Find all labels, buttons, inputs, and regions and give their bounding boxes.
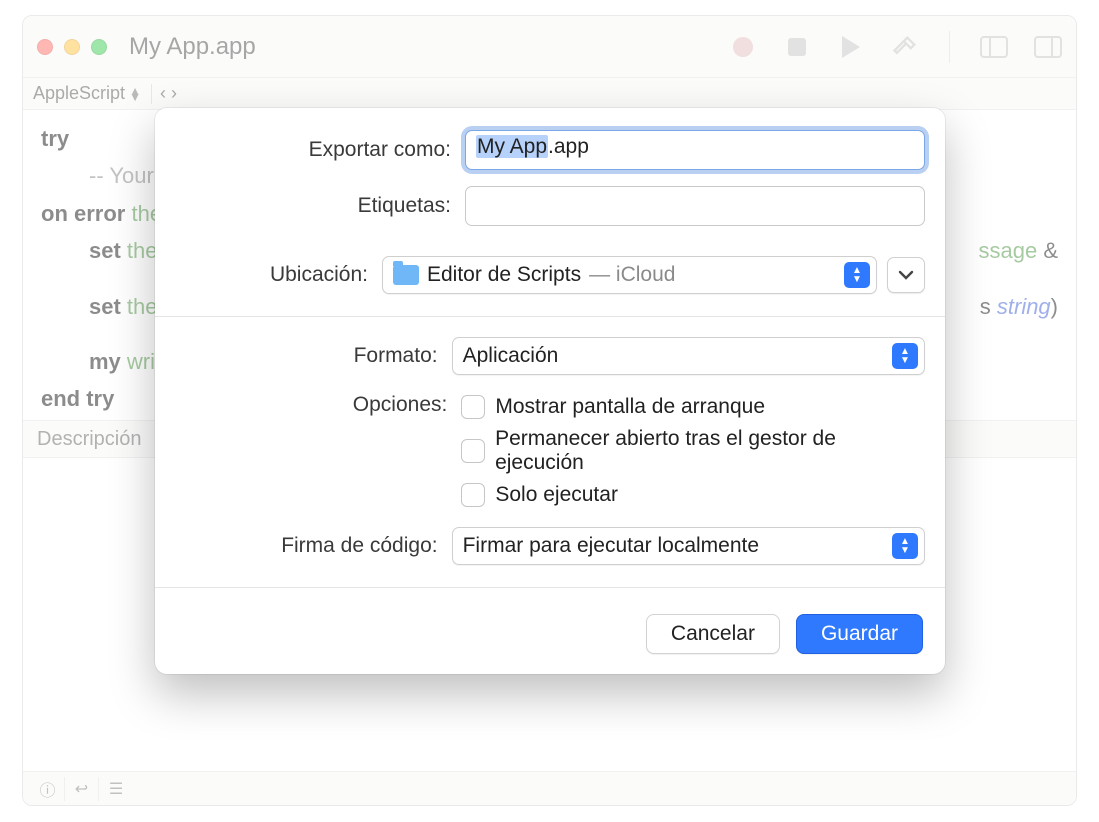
- code-text: set: [89, 294, 121, 319]
- option-stay-open-checkbox[interactable]: [461, 439, 485, 463]
- minimize-window-button[interactable]: [64, 39, 80, 55]
- window-title: My App.app: [129, 33, 256, 61]
- list-icon: ☰: [109, 779, 123, 799]
- toolbar-separator: [949, 31, 950, 63]
- back-arrow-icon: ↩: [75, 779, 88, 799]
- description-tab-label: Descripción: [37, 428, 141, 451]
- info-button[interactable]: ⓘ: [31, 777, 65, 801]
- divider: [155, 587, 945, 588]
- save-button[interactable]: Guardar: [796, 614, 923, 654]
- chevron-updown-icon: ▲▼: [892, 533, 918, 559]
- tags-label: Etiquetas:: [155, 194, 465, 218]
- close-window-button[interactable]: [37, 39, 53, 55]
- codesign-value: Firmar para ejecutar localmente: [463, 534, 759, 558]
- inspector-icon: [1034, 36, 1062, 58]
- record-button[interactable]: [729, 33, 757, 61]
- code-text: ): [1051, 294, 1058, 319]
- cancel-button[interactable]: Cancelar: [646, 614, 780, 654]
- record-icon: [733, 37, 753, 57]
- folder-icon: [393, 265, 419, 285]
- chevron-updown-icon: ▲▼: [129, 88, 141, 100]
- chevron-updown-icon: ▲▼: [844, 262, 870, 288]
- code-text: string: [997, 294, 1051, 319]
- code-text: end try: [41, 386, 114, 411]
- code-text: on error: [41, 201, 125, 226]
- code-text: my: [89, 349, 121, 374]
- code-text: &: [1037, 238, 1058, 263]
- cancel-button-label: Cancelar: [671, 622, 755, 646]
- location-label: Ubicación:: [155, 263, 382, 287]
- code-text: set: [89, 238, 121, 263]
- options-label: Opciones:: [155, 391, 461, 417]
- traffic-lights: [37, 39, 107, 55]
- codesign-popup[interactable]: Firmar para ejecutar localmente ▲▼: [452, 527, 925, 565]
- bottom-bar: ⓘ ↩ ☰: [23, 771, 1076, 805]
- titlebar: My App.app: [23, 16, 1076, 78]
- language-bar: AppleScript ▲▼ ‹ ›: [23, 78, 1076, 110]
- compile-button[interactable]: [891, 33, 919, 61]
- divider: [155, 316, 945, 317]
- list-button[interactable]: ☰: [99, 777, 133, 801]
- format-value: Aplicación: [463, 344, 559, 368]
- location-popup[interactable]: Editor de Scripts — iCloud ▲▼: [382, 256, 877, 294]
- language-selector-label: AppleScript: [33, 83, 125, 104]
- code-text: try: [41, 126, 69, 151]
- option-startup-screen-checkbox[interactable]: [461, 395, 485, 419]
- back-button[interactable]: ↩: [65, 777, 99, 801]
- sidebar-icon: [980, 36, 1008, 58]
- tags-field[interactable]: [465, 186, 925, 226]
- code-text: the: [121, 294, 158, 319]
- code-text: the: [121, 238, 158, 263]
- codesign-label: Firma de código:: [155, 534, 452, 558]
- nav-placeholder: ‹ ›: [160, 83, 177, 104]
- stop-button[interactable]: [783, 33, 811, 61]
- zoom-window-button[interactable]: [91, 39, 107, 55]
- toggle-inspector-button[interactable]: [1034, 33, 1062, 61]
- format-popup[interactable]: Aplicación ▲▼: [452, 337, 925, 375]
- location-folder-name: Editor de Scripts: [427, 263, 581, 287]
- option-startup-screen-label: Mostrar pantalla de arranque: [495, 395, 765, 419]
- option-run-only-checkbox[interactable]: [461, 483, 485, 507]
- export-filename-field[interactable]: My App.app: [465, 130, 925, 170]
- chevron-down-icon: [898, 270, 914, 280]
- chevron-updown-icon: ▲▼: [892, 343, 918, 369]
- code-text: ssage: [978, 238, 1037, 263]
- save-button-label: Guardar: [821, 622, 898, 646]
- format-label: Formato:: [155, 344, 452, 368]
- toggle-sidebar-button[interactable]: [980, 33, 1008, 61]
- export-sheet: Exportar como: My App.app Etiquetas: Ubi…: [155, 108, 945, 674]
- code-text: -- Your: [89, 163, 154, 188]
- run-button[interactable]: [837, 33, 865, 61]
- option-run-only-label: Solo ejecutar: [495, 483, 618, 507]
- expand-location-button[interactable]: [887, 257, 925, 293]
- stop-icon: [788, 38, 806, 56]
- code-text: s: [980, 294, 997, 319]
- hammer-icon: [891, 33, 919, 61]
- location-suffix: — iCloud: [589, 263, 675, 287]
- export-as-label: Exportar como:: [155, 138, 465, 162]
- play-icon: [842, 36, 860, 58]
- export-filename-selection: My App: [476, 135, 548, 158]
- export-filename-rest: .app: [548, 135, 589, 158]
- option-stay-open-label: Permanecer abierto tras el gestor de eje…: [495, 427, 925, 475]
- language-selector[interactable]: AppleScript ▲▼: [33, 83, 141, 104]
- info-icon: ⓘ: [39, 777, 55, 801]
- toolbar-right: [729, 31, 1062, 63]
